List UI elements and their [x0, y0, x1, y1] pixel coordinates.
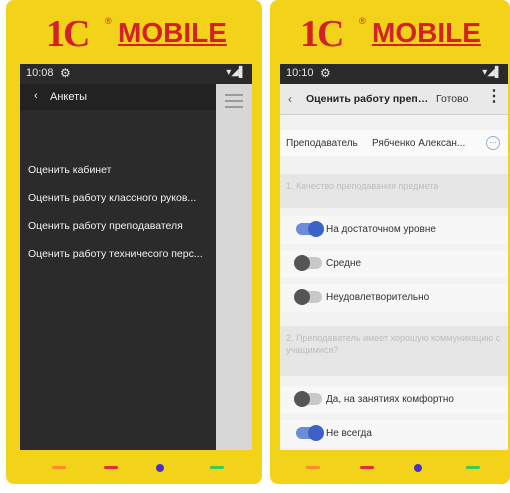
list-item[interactable]: Оценить работу классного руков... — [28, 192, 214, 204]
logo-text: MOBILE — [372, 17, 481, 48]
option-label: Да, на занятиях комфортно — [326, 394, 454, 405]
logo-star-icon: ® — [105, 16, 112, 26]
option-label: Неудовлетворительно — [326, 292, 430, 303]
phone-left: 1С ® MOBILE 10:08 ⚙ ▾◢▌ ‹ Анкеты Оценить… — [6, 0, 262, 484]
nav-bar — [6, 454, 262, 484]
status-time: 10:10 — [286, 67, 314, 79]
status-time: 10:08 — [26, 67, 54, 79]
option-row[interactable]: На достаточном уровне — [280, 216, 508, 244]
logo-mark: 1С — [46, 13, 90, 55]
page-title: Анкеты — [50, 91, 88, 103]
nav-bar — [270, 454, 510, 484]
option-row[interactable]: Средне — [280, 250, 508, 278]
question-1: 1. Качество преподавания предмета — [280, 174, 508, 208]
back-nav-icon[interactable] — [306, 466, 320, 469]
left-screen: 10:08 ⚙ ▾◢▌ ‹ Анкеты Оценить кабинет Оце… — [20, 64, 252, 450]
right-screen: 10:10 ⚙ ▾◢▌ ‹ Оценить работу препод... Г… — [280, 64, 508, 450]
back-nav-icon[interactable] — [52, 466, 66, 469]
home-nav-icon[interactable] — [156, 464, 164, 472]
logo-text: MOBILE — [118, 17, 227, 48]
home-nav-icon[interactable] — [414, 464, 422, 472]
more-icon[interactable]: ⋮ — [486, 89, 502, 105]
teacher-field[interactable]: Преподаватель Рябченко Алексан... ⋯ — [280, 130, 508, 156]
status-bar: 10:10 ⚙ ▾◢▌ — [280, 64, 508, 84]
logo-star-icon: ® — [359, 16, 366, 26]
settings-icon: ⚙ — [320, 66, 331, 80]
settings-icon: ⚙ — [60, 66, 71, 80]
app-logo: 1С ® MOBILE — [6, 8, 262, 58]
done-button[interactable]: Готово — [436, 93, 468, 105]
menu-icon[interactable] — [225, 94, 243, 112]
back-icon[interactable]: ‹ — [288, 92, 292, 106]
toggle-switch[interactable] — [294, 289, 322, 305]
teacher-label: Преподаватель — [286, 138, 358, 149]
option-label: Не всегда — [326, 428, 372, 439]
option-row[interactable]: Да, на занятиях комфортно — [280, 386, 508, 414]
question-2: 2. Преподаватель имеет хорошую коммуника… — [280, 326, 508, 376]
recent-nav-icon[interactable] — [466, 466, 480, 469]
teacher-value[interactable]: Рябченко Алексан... — [372, 138, 472, 149]
signal-battery-icon: ▾◢▌ — [482, 67, 502, 78]
menu-nav-icon[interactable] — [104, 466, 118, 469]
signal-battery-icon: ▾◢▌ — [226, 67, 246, 78]
toggle-switch[interactable] — [294, 255, 322, 271]
phone-right: 1С ® MOBILE 10:10 ⚙ ▾◢▌ ‹ Оценить работу… — [270, 0, 510, 484]
form-header: ‹ Оценить работу препод... Готово ⋮ — [280, 84, 508, 115]
option-row[interactable]: Неудовлетворительно — [280, 284, 508, 312]
left-body: Оценить кабинет Оценить работу классного… — [20, 84, 252, 450]
app-logo: 1С ® MOBILE — [270, 8, 510, 58]
recent-nav-icon[interactable] — [210, 466, 224, 469]
survey-list: Оценить кабинет Оценить работу классного… — [20, 110, 216, 450]
toggle-switch[interactable] — [294, 391, 322, 407]
side-panel — [216, 84, 252, 450]
status-bar: 10:08 ⚙ ▾◢▌ — [20, 64, 252, 84]
logo-mark: 1С — [300, 13, 344, 55]
option-row[interactable]: Не всегда — [280, 420, 508, 448]
back-icon[interactable]: ‹ — [34, 90, 38, 102]
option-label: Средне — [326, 258, 362, 269]
toggle-switch[interactable] — [296, 425, 324, 441]
list-item[interactable]: Оценить кабинет — [28, 164, 214, 176]
list-item[interactable]: Оценить работу преподавателя — [28, 220, 214, 232]
menu-nav-icon[interactable] — [360, 466, 374, 469]
open-icon[interactable]: ⋯ — [486, 136, 500, 150]
page-title: Оценить работу препод... — [306, 93, 430, 105]
toggle-switch[interactable] — [296, 221, 324, 237]
option-label: На достаточном уровне — [326, 224, 436, 235]
list-item[interactable]: Оценить работу техничесого перс... — [28, 248, 214, 260]
